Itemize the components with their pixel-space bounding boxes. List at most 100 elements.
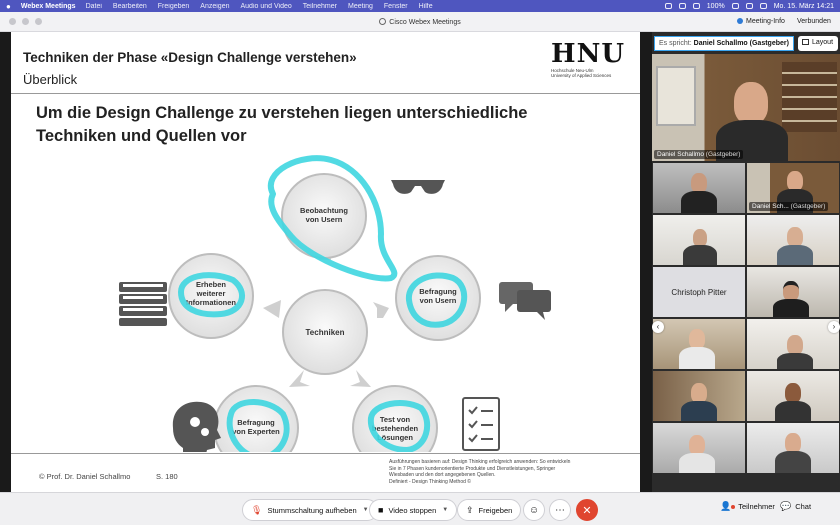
participant-tile[interactable] [653, 423, 745, 473]
unmute-button[interactable]: 🎙 Stummschaltung aufheben ▼ [242, 499, 378, 521]
search-icon[interactable] [759, 3, 767, 9]
info-icon [737, 18, 743, 24]
menu-clock[interactable]: Mo. 15. März 14:21 [774, 3, 834, 10]
participant-head [787, 227, 803, 247]
participant-torso [679, 453, 715, 473]
participant-role: (Gastgeber) [790, 203, 826, 210]
headline-line-1: Um die Design Challenge zu verstehen lie… [36, 104, 528, 122]
participant-head [734, 82, 768, 124]
bookshelf [782, 62, 837, 132]
chat-bubbles-icon [499, 282, 551, 320]
node-beobachtung: Beobachtung von Usern [281, 173, 367, 259]
arrow-left-down [289, 370, 310, 387]
participant-name-label: Daniel Schallmo (Gastgeber) [654, 150, 744, 159]
participant-name-label: Daniel Sch... (Gastgeber) [749, 202, 829, 211]
node-label: von Experten [232, 427, 280, 436]
window-frame [656, 66, 696, 126]
participant-head [691, 173, 707, 193]
person-icon: 👤 [720, 501, 732, 511]
window-title: Cisco Webex Meetings [0, 18, 840, 26]
arrow-right-down [350, 370, 371, 387]
participant-tile[interactable] [747, 371, 839, 421]
participant-name: Christoph Pitter [671, 287, 727, 297]
menu-anzeigen[interactable]: Anzeigen [200, 3, 229, 10]
battery-icon[interactable] [731, 3, 739, 9]
main-speaker-video[interactable]: Daniel Schallmo (Gastgeber) [652, 54, 840, 161]
participant-torso [683, 245, 717, 265]
meeting-info-button[interactable]: Meeting-Info [737, 18, 785, 25]
menu-audio-video[interactable]: Audio und Video [241, 3, 292, 10]
leave-meeting-button[interactable]: ✕ [576, 499, 598, 521]
menu-app-name[interactable]: Webex Meetings [21, 3, 76, 10]
participant-head [787, 335, 803, 355]
slide-footer-author: © Prof. Dr. Daniel Schallmo [39, 472, 131, 481]
participant-tile[interactable] [653, 215, 745, 265]
node-label: bestehenden [372, 424, 419, 433]
participant-name: Daniel Schallmo [657, 151, 704, 158]
stop-video-button[interactable]: ■ Video stoppen ▼ [369, 499, 458, 521]
layout-button[interactable]: Layout [798, 36, 838, 51]
reactions-button[interactable]: ☺ [523, 499, 545, 521]
menu-hilfe[interactable]: Hilfe [419, 3, 433, 10]
techniques-diagram: Techniken Beobachtung von Usern Befragun… [119, 155, 551, 452]
more-options-button[interactable]: ⋯ [549, 499, 571, 521]
more-icon: ⋯ [555, 504, 565, 516]
menu-bearbeiten[interactable]: Bearbeiten [113, 3, 147, 10]
logo-sub-2: University of Applied Sciences [551, 73, 612, 78]
menu-freigeben[interactable]: Freigeben [158, 3, 190, 10]
participant-torso [775, 401, 811, 421]
apple-icon[interactable]: ● [6, 2, 11, 11]
share-icon: ⇪ [466, 504, 474, 515]
participant-torso [777, 353, 813, 369]
books-icon [119, 282, 167, 326]
participant-tile[interactable] [747, 267, 839, 317]
menu-teilnehmer[interactable]: Teilnehmer [303, 3, 337, 10]
share-button[interactable]: ⇪ Freigeben [457, 499, 522, 521]
participant-tile[interactable] [747, 319, 839, 369]
unmute-label: Stummschaltung aufheben [267, 505, 357, 515]
node-label: von Usern [306, 215, 343, 224]
participant-tile[interactable] [747, 423, 839, 473]
scroll-left-arrow-icon[interactable]: ‹ [652, 321, 664, 333]
shared-screen: Techniken der Phase «Design Challenge ve… [0, 32, 652, 492]
scroll-right-arrow-icon[interactable]: › [828, 321, 840, 333]
menu-meeting[interactable]: Meeting [348, 3, 373, 10]
participant-torso [679, 347, 715, 369]
participant-tile[interactable] [653, 371, 745, 421]
participant-torso [773, 299, 809, 317]
chat-label: Chat [795, 502, 812, 511]
checklist-icon [462, 397, 500, 451]
sunglasses-icon [391, 180, 445, 194]
node-label: von Usern [420, 296, 457, 305]
chat-icon: 💬 [780, 501, 792, 511]
bluetooth-icon[interactable] [678, 3, 686, 9]
menu-fenster[interactable]: Fenster [384, 3, 408, 10]
arrow-right-up [373, 302, 389, 318]
participants-button[interactable]: 👤 Teilnehmer [720, 501, 775, 512]
participant-head [689, 329, 705, 349]
speaking-name: Daniel Schallmo (Gastgeber) [693, 40, 789, 47]
status-icon[interactable] [664, 3, 672, 9]
layout-label: Layout [812, 39, 834, 46]
footer-divider [11, 453, 640, 454]
menu-datei[interactable]: Datei [86, 3, 102, 10]
wifi-icon[interactable] [745, 3, 753, 9]
node-label: Befragung [237, 418, 275, 427]
logo-text: HNU [551, 39, 626, 69]
connection-status: Verbunden [797, 18, 831, 25]
participant-tile[interactable] [653, 163, 745, 213]
chevron-down-icon[interactable]: ▼ [363, 507, 369, 513]
footer-note-line: Definiert - Design Thinking Method © [389, 478, 471, 485]
participant-tile-no-video[interactable]: Christoph Pitter [653, 267, 745, 317]
participant-tile[interactable] [747, 215, 839, 265]
volume-icon[interactable] [692, 3, 700, 9]
webex-icon [379, 18, 387, 25]
slide-subtitle: Überblick [23, 72, 78, 87]
chat-button[interactable]: 💬 Chat [780, 501, 811, 512]
window-titlebar: Cisco Webex Meetings Meeting-Info Verbun… [0, 12, 840, 32]
camera-icon: ■ [378, 505, 384, 515]
participant-tile-host[interactable]: Daniel Sch... (Gastgeber) [747, 163, 839, 213]
chevron-down-icon[interactable]: ▼ [442, 507, 448, 513]
participant-tile[interactable] [653, 319, 745, 369]
node-label: Befragung [419, 287, 457, 296]
